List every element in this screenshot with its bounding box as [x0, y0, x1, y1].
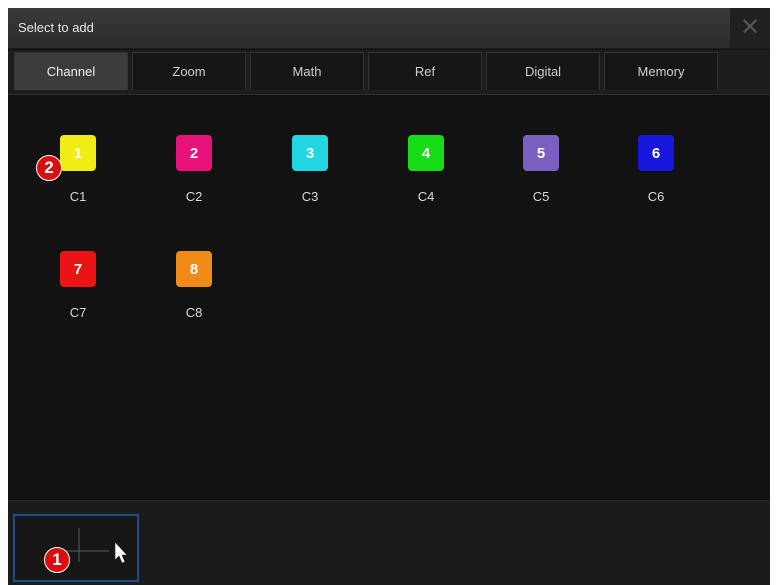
channel-item-c4[interactable]: 4 C4	[391, 135, 461, 204]
add-dialog: Select to add ✕ Channel Zoom Math Ref Di…	[8, 8, 770, 585]
channel-grid: 1 C1 2 C2 3 C3 4 C4 5 C5 6 C6 7 C7 8 C8	[8, 95, 770, 500]
tab-bar: Channel Zoom Math Ref Digital Memory	[8, 50, 770, 95]
channel-item-c5[interactable]: 5 C5	[506, 135, 576, 204]
tab-math[interactable]: Math	[250, 52, 364, 90]
channel-chip-5: 5	[523, 135, 559, 171]
callout-badge-2: 2	[36, 155, 62, 181]
channel-chip-6: 6	[638, 135, 674, 171]
tab-ref[interactable]: Ref	[368, 52, 482, 90]
channel-label: C7	[69, 305, 87, 320]
channel-label: C1	[69, 189, 87, 204]
dialog-titlebar: Select to add ✕	[8, 8, 770, 49]
dialog-title: Select to add	[18, 20, 94, 35]
channel-label: C8	[185, 305, 203, 320]
channel-label: C5	[532, 189, 550, 204]
channel-item-c2[interactable]: 2 C2	[159, 135, 229, 204]
bottom-toolbar	[8, 500, 770, 585]
channel-chip-4: 4	[408, 135, 444, 171]
channel-chip-3: 3	[292, 135, 328, 171]
channel-item-c6[interactable]: 6 C6	[621, 135, 691, 204]
close-icon: ✕	[739, 14, 761, 41]
channel-item-c8[interactable]: 8 C8	[159, 251, 229, 320]
channel-chip-8: 8	[176, 251, 212, 287]
tab-digital[interactable]: Digital	[486, 52, 600, 90]
channel-label: C6	[647, 189, 665, 204]
crosshair-pointer-icon	[61, 528, 128, 564]
channel-chip-2: 2	[176, 135, 212, 171]
cursor-tool-button[interactable]	[13, 514, 139, 582]
channel-chip-7: 7	[60, 251, 96, 287]
tab-memory[interactable]: Memory	[604, 52, 718, 90]
callout-badge-1: 1	[44, 547, 70, 573]
tab-zoom[interactable]: Zoom	[132, 52, 246, 90]
close-button[interactable]: ✕	[730, 8, 770, 48]
channel-label: C2	[185, 189, 203, 204]
channel-label: C3	[301, 189, 319, 204]
channel-item-c7[interactable]: 7 C7	[43, 251, 113, 320]
channel-item-c3[interactable]: 3 C3	[275, 135, 345, 204]
channel-label: C4	[417, 189, 435, 204]
tab-channel[interactable]: Channel	[14, 52, 128, 90]
channel-chip-1: 1	[60, 135, 96, 171]
